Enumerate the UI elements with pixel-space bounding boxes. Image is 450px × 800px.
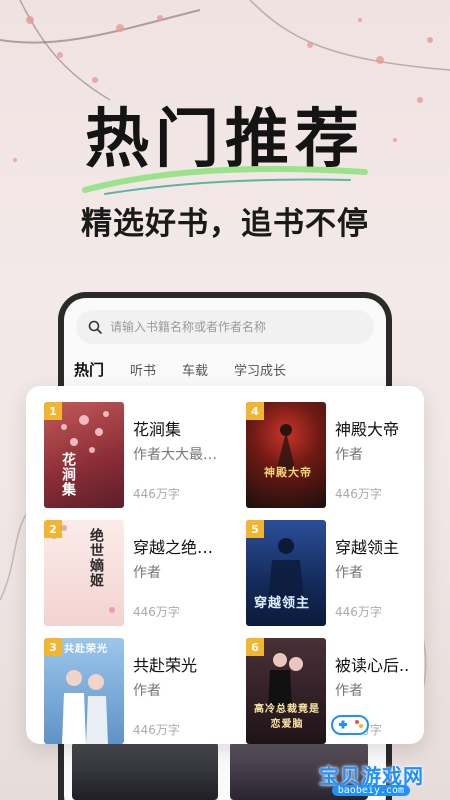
cover-title: 花涧集 <box>60 452 76 497</box>
book-ranking-card: 花涧集 1 花涧集 作者大大最… 446万字 神殿大帝 4 神殿大帝 作者 44… <box>26 386 424 744</box>
promo-subtitle: 精选好书，追书不停 <box>81 206 369 242</box>
book-title: 花涧集 <box>133 420 182 439</box>
rank-badge: 3 <box>44 638 62 656</box>
cover-title: 共赴荣光 <box>64 644 108 655</box>
category-tabs: 热门 听书 车载 学习成长 <box>74 359 312 383</box>
tab-hot[interactable]: 热门 <box>74 359 105 383</box>
book-item[interactable]: 神殿大帝 4 神殿大帝 作者 446万字 <box>246 402 436 508</box>
book-author: 作者 <box>335 447 363 463</box>
word-count: 446万字 <box>133 605 180 619</box>
book-title: 穿越之绝… <box>133 538 214 557</box>
book-cover: 绝世嫡姬 2 <box>44 520 124 626</box>
book-author: 作者 <box>133 565 161 581</box>
cover-title: 绝世嫡姬 <box>88 528 104 588</box>
tab-learning[interactable]: 学习成长 <box>234 360 286 381</box>
search-bar[interactable] <box>76 310 374 344</box>
word-count: 446万字 <box>335 487 382 501</box>
book-author: 作者大大最… <box>133 447 217 463</box>
tab-audiobook[interactable]: 听书 <box>130 360 156 381</box>
gamepad-icon <box>331 715 369 735</box>
book-author: 作者 <box>335 683 363 699</box>
word-count: 446万字 <box>335 605 382 619</box>
book-author: 作者 <box>335 565 363 581</box>
word-count: 446万字 <box>133 723 180 737</box>
book-cover: 神殿大帝 4 <box>246 402 326 508</box>
title-underline-swoosh <box>82 166 368 195</box>
book-cover: 花涧集 1 <box>44 402 124 508</box>
book-cover-partial[interactable] <box>72 742 218 800</box>
book-title: 被读心后.. <box>335 656 410 675</box>
book-item[interactable]: 绝世嫡姬 2 穿越之绝… 作者 446万字 <box>44 520 234 626</box>
book-title: 穿越领主 <box>335 538 400 557</box>
rank-badge: 5 <box>246 520 264 538</box>
book-item[interactable]: 花涧集 1 花涧集 作者大大最… 446万字 <box>44 402 234 508</box>
cover-title: 高冷总裁竟是恋爱脑 <box>254 704 320 730</box>
book-title: 神殿大帝 <box>335 420 400 439</box>
book-cover: 共赴荣光 3 <box>44 638 124 744</box>
book-cover: 穿越领主 5 <box>246 520 326 626</box>
cover-title: 穿越领主 <box>254 596 311 611</box>
book-cover: 高冷总裁竟是恋爱脑 6 <box>246 638 326 744</box>
book-item[interactable]: 穿越领主 5 穿越领主 作者 446万字 <box>246 520 436 626</box>
rank-badge: 4 <box>246 402 264 420</box>
search-input[interactable] <box>110 320 360 334</box>
cover-title: 神殿大帝 <box>264 466 312 479</box>
word-count: 446万字 <box>133 487 180 501</box>
rank-badge: 2 <box>44 520 62 538</box>
book-author: 作者 <box>133 683 161 699</box>
book-title: 共赴荣光 <box>133 656 198 675</box>
rank-badge: 6 <box>246 638 264 656</box>
search-icon <box>88 320 102 334</box>
watermark-url: baobeiy.com <box>331 785 410 796</box>
rank-badge: 1 <box>44 402 62 420</box>
tab-car[interactable]: 车载 <box>182 360 208 381</box>
book-item[interactable]: 共赴荣光 3 共赴荣光 作者 446万字 <box>44 638 234 744</box>
